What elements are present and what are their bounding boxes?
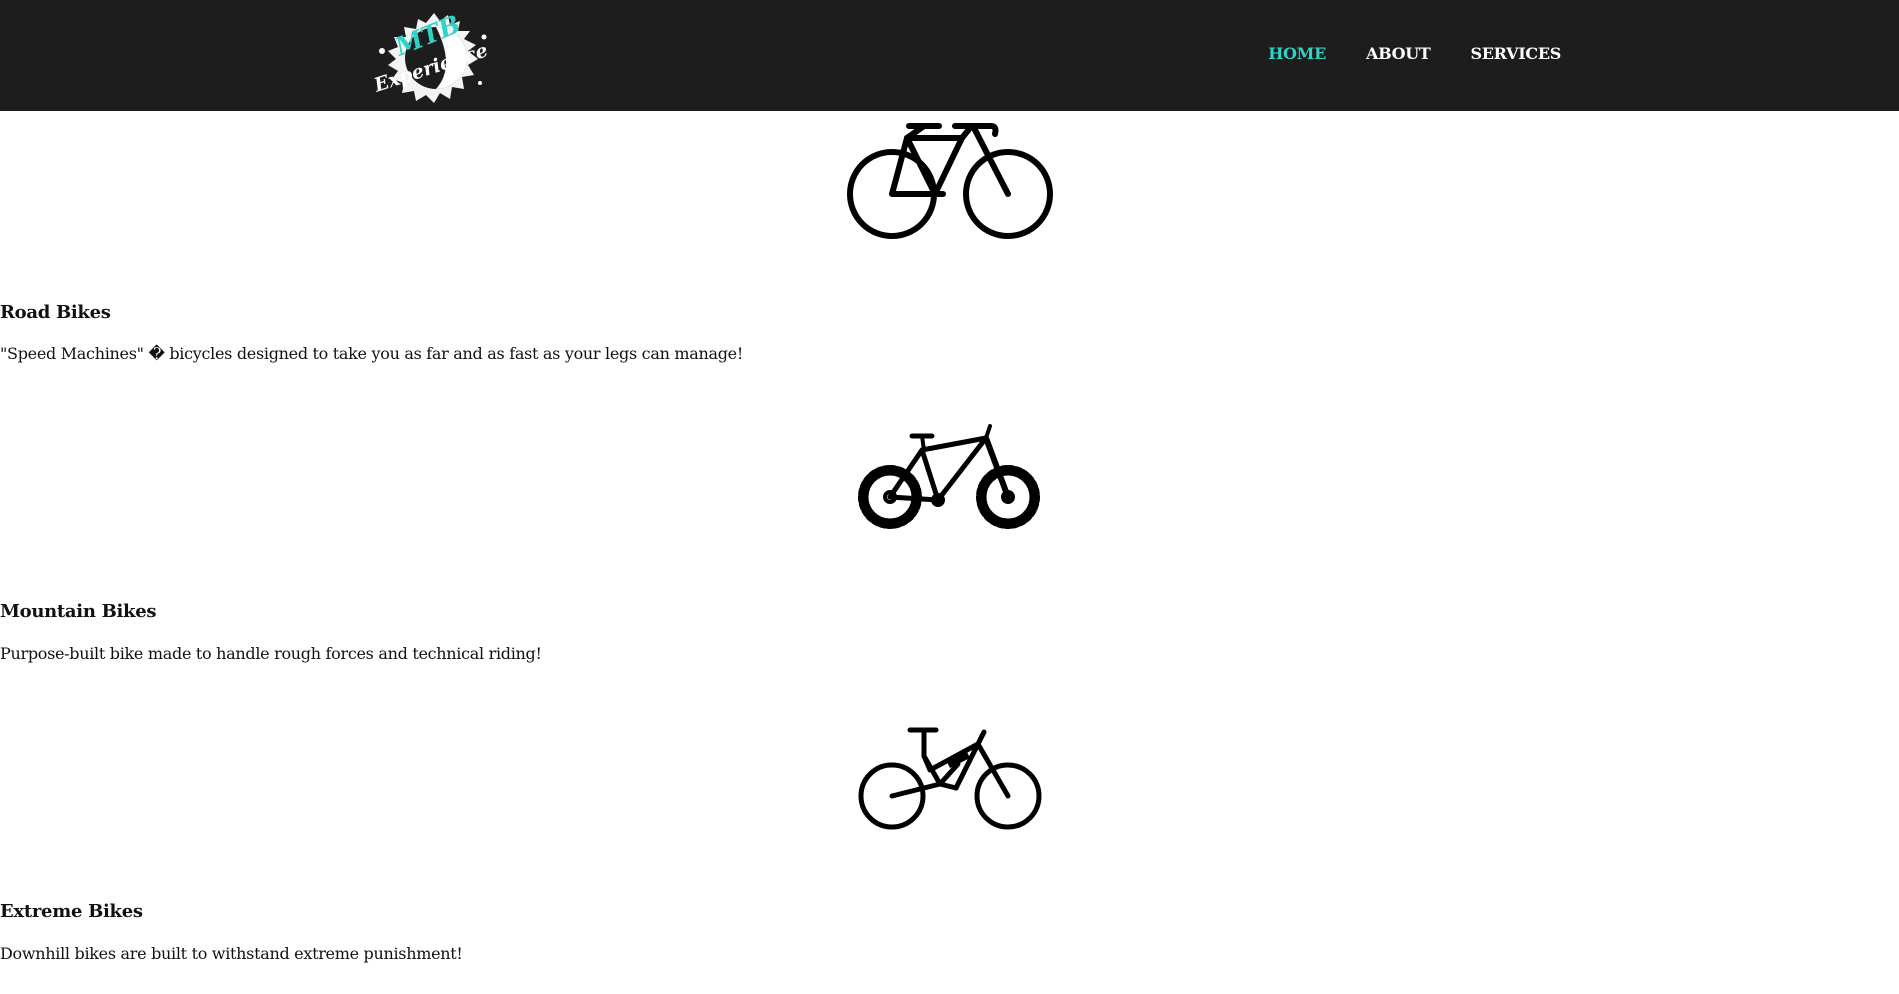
downhill-bike-icon: [858, 727, 1041, 830]
bike-title-extreme: Extreme Bikes: [0, 901, 143, 922]
main-nav: HOME ABOUT SERVICES: [1268, 44, 1561, 63]
nav-services[interactable]: SERVICES: [1471, 44, 1562, 63]
bike-title-mountain: Mountain Bikes: [0, 601, 157, 622]
bike-desc-extreme: Downhill bikes are built to withstand ex…: [0, 944, 463, 963]
bike-desc-mountain: Purpose-built bike made to handle rough …: [0, 644, 542, 663]
mtb-experience-logo[interactable]: MTB Experience: [364, 7, 501, 106]
site-header: MTB Experience HOME ABOUT SERVICES: [0, 0, 1899, 111]
mountain-bike-icon: [857, 424, 1040, 529]
nav-home[interactable]: HOME: [1268, 44, 1326, 63]
bike-section-mountain: [0, 424, 1899, 534]
bike-desc-road: "Speed Machines" � bicycles designed to …: [0, 344, 743, 363]
bike-title-road: Road Bikes: [0, 302, 111, 323]
nav-about[interactable]: ABOUT: [1366, 44, 1431, 63]
bike-section-extreme: [0, 726, 1899, 834]
bike-section-road: [0, 118, 1899, 242]
road-bike-icon: [846, 123, 1053, 239]
